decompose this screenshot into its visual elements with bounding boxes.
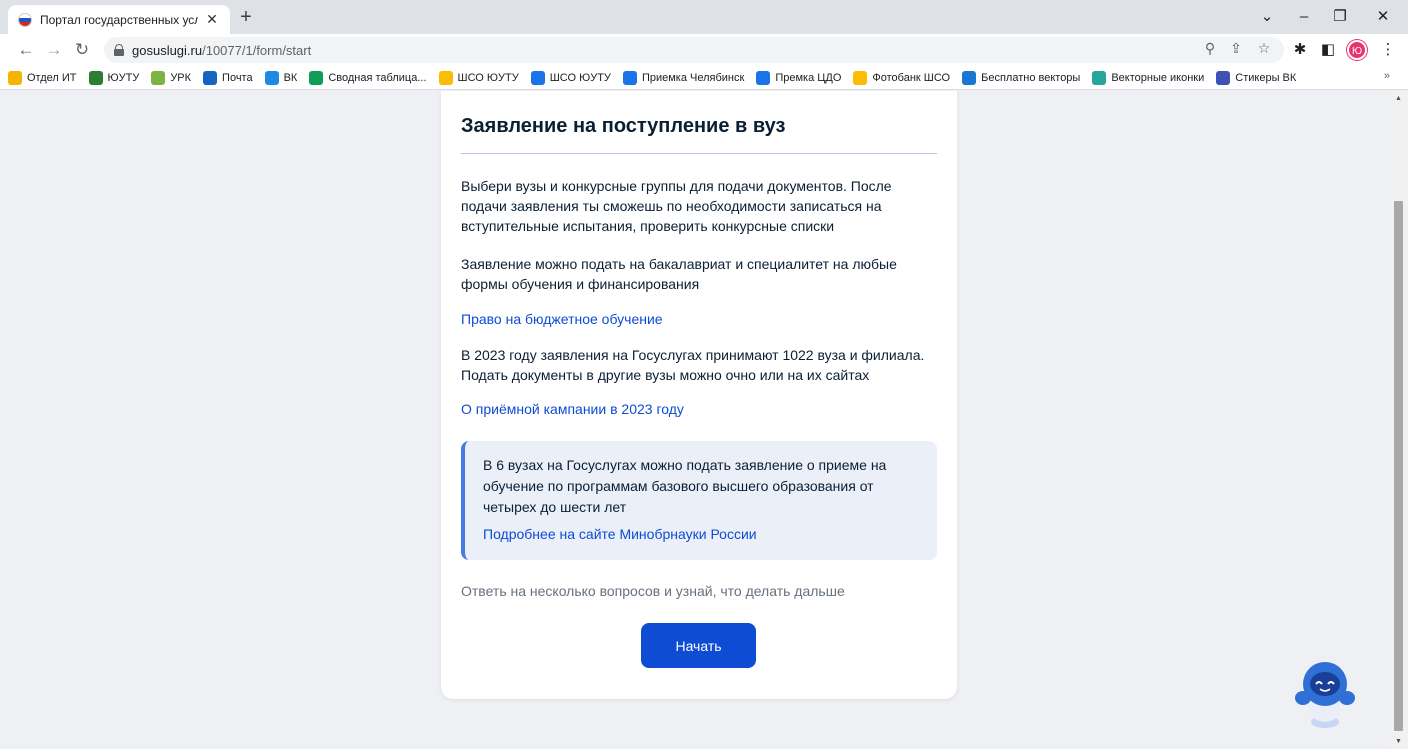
bookmarks-bar: Отдел ИТ ЮУТУ УРК Почта ВК Сводная таблица...…	[0, 66, 1408, 90]
bookmark-label: ШСО ЮУТУ	[549, 71, 611, 84]
tab-close-icon[interactable]: ✕	[204, 11, 220, 28]
new-tab-button[interactable]: +	[234, 6, 258, 30]
bookmark-item[interactable]: УРК	[151, 70, 192, 85]
bookmark-item[interactable]: Бесплатно векторы	[962, 70, 1081, 85]
campaign-link[interactable]: О приёмной кампании в 2023 году	[461, 399, 684, 419]
bookmark-label: Фотобанк ШСО	[872, 71, 951, 84]
start-button[interactable]: Начать	[641, 623, 756, 668]
tab-title: Портал государственных услуг	[40, 12, 198, 27]
bookmark-item[interactable]: ШСО ЮУТУ	[438, 70, 519, 85]
leaf-icon	[151, 70, 166, 85]
close-window-button[interactable]: ✕	[1370, 4, 1396, 30]
scroll-up-icon[interactable]: ▲	[1395, 95, 1402, 102]
side-panel-icon[interactable]: ◧	[1318, 40, 1338, 60]
mail-icon	[203, 70, 218, 85]
bookmark-label: ШСО ЮУТУ	[457, 71, 519, 84]
bookmarks-overflow-icon[interactable]: »	[1384, 70, 1390, 82]
bookmark-label: Сводная таблица...	[328, 71, 427, 84]
info-text: В 6 вузах на Госуслугах можно подать зая…	[483, 457, 887, 515]
sheets-icon	[309, 70, 324, 85]
budget-link[interactable]: Право на бюджетное обучение	[461, 309, 663, 329]
application-card: Заявление на поступление в вуз Выбери ву…	[441, 91, 957, 699]
bookmark-item[interactable]: Сводная таблица...	[309, 70, 427, 85]
scroll-down-icon[interactable]: ▼	[1395, 738, 1402, 745]
restore-button[interactable]: ❐	[1327, 4, 1353, 30]
v-icon	[1092, 70, 1107, 85]
ministry-link[interactable]: Подробнее на сайте Минобрнауки России	[483, 526, 757, 542]
drive-icon	[853, 70, 868, 85]
cloud-icon	[530, 70, 545, 85]
bookmark-label: Отдел ИТ	[27, 71, 77, 84]
page-scrollbar[interactable]: ▲ ▼	[1390, 91, 1408, 749]
bookmark-label: УРК	[170, 71, 192, 84]
bookmark-item[interactable]: ВК	[264, 70, 298, 85]
minimize-button[interactable]: –	[1291, 4, 1317, 30]
bookmark-item[interactable]: Фотобанк ШСО	[853, 70, 951, 85]
tab-strip: Портал государственных услуг ✕ + ⌄ – ❐ ✕	[0, 0, 1408, 34]
folder-icon	[8, 70, 22, 85]
drive-icon	[438, 70, 453, 85]
cloud-icon	[622, 70, 637, 85]
browser-toolbar: ← → ↻ gosuslugi.ru/10077/1/form/start ⚲ …	[0, 34, 1408, 66]
bookmark-item[interactable]: Премка ЦДО	[756, 70, 842, 85]
share-icon[interactable]: ⇪	[1226, 38, 1246, 58]
vector-icon	[962, 70, 977, 85]
browser-tab[interactable]: Портал государственных услуг ✕	[8, 5, 230, 34]
forward-icon[interactable]: →	[42, 38, 66, 62]
info-callout: В 6 вузах на Госуслугах можно подать зая…	[461, 441, 937, 560]
bookmark-label: Бесплатно векторы	[981, 71, 1081, 84]
university-icon	[88, 70, 103, 85]
address-bar[interactable]: gosuslugi.ru/10077/1/form/start	[104, 37, 1284, 63]
bookmark-label: Приемка Челябинск	[641, 71, 745, 84]
bookmark-item[interactable]: ШСО ЮУТУ	[530, 70, 611, 85]
stats-text: В 2023 году заявления на Госуслугах прин…	[461, 347, 925, 383]
profile-avatar[interactable]: Ю	[1347, 40, 1367, 60]
page-viewport: Заявление на поступление в вуз Выбери ву…	[0, 91, 1390, 749]
hint-text: Ответь на несколько вопросов и узнай, чт…	[461, 583, 845, 599]
menu-icon[interactable]: ⋮	[1378, 40, 1398, 60]
bookmark-label: Векторные иконки	[1111, 71, 1205, 84]
bookmark-item[interactable]: Приемка Челябинск	[622, 70, 745, 85]
intro-text: Выбери вузы и конкурсные группы для пода…	[461, 178, 892, 234]
bookmark-item[interactable]: Стикеры ВК	[1216, 70, 1297, 85]
bookmark-item[interactable]: ЮУТУ	[88, 70, 140, 85]
bookmark-item[interactable]: Отдел ИТ	[8, 70, 77, 85]
chat-icon	[264, 70, 279, 85]
bookmark-label: ЮУТУ	[107, 71, 140, 84]
russia-flag-icon	[18, 12, 32, 27]
bookmark-item[interactable]: Почта	[203, 70, 253, 85]
bookmark-star-icon[interactable]: ☆	[1254, 38, 1274, 58]
assistant-robot-icon[interactable]	[1295, 660, 1355, 730]
page-title: Заявление на поступление в вуз	[461, 115, 786, 137]
extensions-icon[interactable]: ✱	[1290, 40, 1310, 60]
forms-text: Заявление можно подать на бакалавриат и …	[461, 256, 897, 292]
reload-icon[interactable]: ↻	[70, 38, 94, 62]
scroll-thumb[interactable]	[1394, 201, 1403, 731]
search-icon[interactable]: ⚲	[1200, 38, 1220, 58]
bookmark-label: Почта	[222, 71, 253, 84]
bookmark-label: ВК	[283, 71, 298, 84]
bookmark-label: Стикеры ВК	[1235, 71, 1297, 84]
url-host: gosuslugi.ru	[132, 42, 203, 58]
url-path: /10077/1/form/start	[202, 42, 312, 58]
cloud-icon	[756, 70, 771, 85]
back-icon[interactable]: ←	[14, 38, 38, 62]
vk-icon	[1216, 70, 1231, 85]
title-divider	[461, 153, 937, 154]
bookmark-item[interactable]: Векторные иконки	[1092, 70, 1205, 85]
bookmark-label: Премка ЦДО	[775, 71, 842, 84]
tab-search-icon[interactable]: ⌄	[1254, 4, 1280, 30]
lock-icon[interactable]	[114, 44, 124, 56]
